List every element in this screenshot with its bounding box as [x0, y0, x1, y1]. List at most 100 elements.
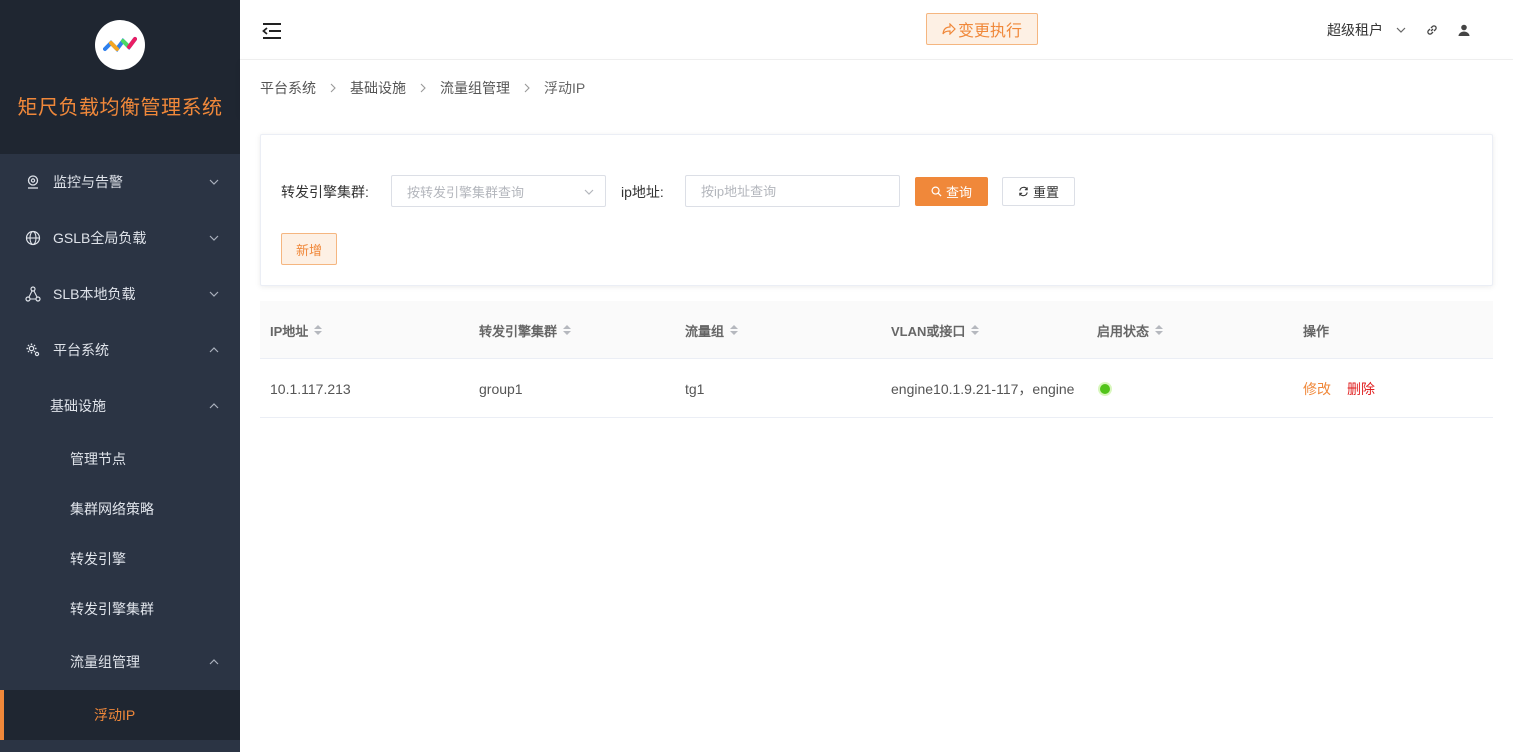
- query-button[interactable]: 查询: [915, 177, 988, 206]
- app-title: 矩尺负载均衡管理系统: [17, 97, 223, 119]
- menu-collapse-icon[interactable]: [262, 22, 282, 40]
- change-execute-button[interactable]: 变更执行: [926, 13, 1038, 45]
- user-icon[interactable]: [1457, 23, 1471, 37]
- reset-button-label: 重置: [1032, 185, 1059, 200]
- sort-icon[interactable]: [563, 325, 572, 335]
- location-pin-icon: [24, 173, 42, 191]
- sidebar-item-label: GSLB全局负载: [53, 230, 147, 246]
- cluster-filter-placeholder: 按转发引擎集群查询: [407, 184, 525, 200]
- sidebar-item-slb[interactable]: SLB本地负载: [0, 266, 240, 322]
- user-name-dropdown[interactable]: 超级租户: [1327, 20, 1383, 40]
- sidebar-item-gslb[interactable]: GSLB全局负载: [0, 210, 240, 266]
- sidebar-item-label: 管理节点: [70, 451, 126, 467]
- link-icon[interactable]: [1425, 23, 1439, 37]
- sidebar-item-label: 浮动IP: [94, 707, 136, 723]
- sidebar-item-floating-ip[interactable]: 浮动IP: [0, 690, 240, 740]
- column-header-vlan[interactable]: VLAN或接口: [891, 301, 980, 359]
- cell-status: [1097, 359, 1110, 418]
- cell-traffic-group: tg1: [685, 380, 705, 397]
- chevron-down-icon: [209, 179, 219, 185]
- sidebar-item-engine-cluster[interactable]: 转发引擎集群: [0, 584, 240, 634]
- cluster-filter-label: 转发引擎集群:: [281, 184, 369, 200]
- chevron-up-icon: [209, 659, 219, 665]
- sidebar: 矩尺负载均衡管理系统 监控与告警 GSLB全局负载 SLB本地负载 平台系统 基…: [0, 0, 240, 752]
- sidebar-item-label: 流量组管理: [70, 654, 140, 670]
- ip-filter-label: ip地址:: [621, 184, 664, 200]
- chevron-up-icon: [209, 347, 219, 353]
- search-panel: 转发引擎集群: 按转发引擎集群查询 ip地址: 查询 重置 新增: [260, 134, 1493, 286]
- cluster-filter-select[interactable]: 按转发引擎集群查询: [391, 175, 606, 207]
- sidebar-item-infrastructure[interactable]: 基础设施: [0, 378, 240, 434]
- sidebar-item-platform[interactable]: 平台系统: [0, 322, 240, 378]
- status-enabled-dot: [1100, 383, 1110, 394]
- chevron-right-icon: [328, 83, 338, 93]
- cell-actions: 修改 删除: [1303, 359, 1375, 418]
- sidebar-item-label: 转发引擎: [70, 551, 126, 567]
- column-header-label: IP地址: [270, 323, 309, 339]
- column-header-cluster[interactable]: 转发引擎集群: [479, 301, 572, 359]
- cell-ip: 10.1.117.213: [270, 380, 351, 397]
- sidebar-item-monitoring[interactable]: 监控与告警: [0, 154, 240, 210]
- nodes-icon: [24, 285, 42, 303]
- sidebar-item-label: 转发引擎集群: [70, 601, 154, 617]
- sort-icon[interactable]: [314, 325, 323, 335]
- column-header-label: 转发引擎集群: [479, 323, 558, 339]
- gear-icon: [24, 341, 42, 359]
- user-area: 超级租户: [1327, 20, 1471, 40]
- sidebar-item-label: 平台系统: [53, 342, 109, 358]
- share-arrow-icon: [942, 23, 956, 35]
- chevron-down-icon: [209, 235, 219, 241]
- reset-button[interactable]: 重置: [1002, 177, 1075, 206]
- edit-link[interactable]: 修改: [1303, 379, 1331, 399]
- sort-icon[interactable]: [971, 325, 980, 335]
- column-header-label: VLAN或接口: [891, 323, 966, 339]
- sort-icon[interactable]: [1155, 325, 1164, 335]
- column-header-label: 流量组: [685, 323, 725, 339]
- top-header: 变更执行 超级租户: [240, 0, 1513, 60]
- search-icon: [931, 186, 942, 197]
- cell-vlan: engine10.1.9.21-117，engine: [891, 359, 1081, 418]
- brand: 矩尺负载均衡管理系统: [0, 0, 240, 154]
- sidebar-item-label: SLB本地负载: [53, 286, 136, 302]
- breadcrumb-item-platform[interactable]: 平台系统: [260, 78, 316, 98]
- app-logo: [95, 20, 145, 70]
- chevron-right-icon: [522, 83, 532, 93]
- column-header-ip[interactable]: IP地址: [270, 301, 323, 359]
- sidebar-menu: 监控与告警 GSLB全局负载 SLB本地负载 平台系统 基础设施 管理节点 集群…: [0, 154, 240, 740]
- cell-cluster: group1: [479, 380, 523, 397]
- main-content: 转发引擎集群: 按转发引擎集群查询 ip地址: 查询 重置 新增 IP地址: [240, 115, 1513, 752]
- sidebar-item-management-node[interactable]: 管理节点: [0, 434, 240, 484]
- sidebar-item-traffic-group[interactable]: 流量组管理: [0, 634, 240, 690]
- globe-icon: [24, 229, 42, 247]
- refresh-icon: [1018, 186, 1029, 197]
- ip-filter-input[interactable]: [685, 175, 900, 207]
- breadcrumb-item-floating-ip: 浮动IP: [544, 79, 586, 96]
- cell-vlan-text: engine10.1.9.21-117，engine: [891, 380, 1075, 397]
- column-header-label: 启用状态: [1097, 323, 1150, 339]
- column-header-actions: 操作: [1303, 301, 1329, 359]
- sidebar-item-label: 集群网络策略: [70, 501, 154, 517]
- change-execute-label: 变更执行: [957, 23, 1022, 40]
- table-row: 10.1.117.213 group1 tg1 engine10.1.9.21-…: [260, 359, 1493, 418]
- chevron-up-icon: [209, 403, 219, 409]
- floating-ip-table: IP地址 转发引擎集群 流量组 VLAN或接口 启用状态 操作 10.1.117…: [260, 301, 1493, 418]
- sidebar-item-forwarding-engine[interactable]: 转发引擎: [0, 534, 240, 584]
- table-header: IP地址 转发引擎集群 流量组 VLAN或接口 启用状态 操作: [260, 301, 1493, 359]
- sidebar-item-label: 监控与告警: [53, 174, 123, 190]
- sidebar-item-label: 基础设施: [50, 398, 106, 414]
- column-header-label: 操作: [1303, 323, 1330, 339]
- chevron-down-icon[interactable]: [1395, 24, 1407, 36]
- chevron-right-icon: [418, 83, 428, 93]
- sort-icon[interactable]: [730, 325, 739, 335]
- breadcrumb-item-traffic-group[interactable]: 流量组管理: [440, 78, 510, 98]
- breadcrumb: 平台系统 基础设施 流量组管理 浮动IP: [240, 60, 1513, 115]
- breadcrumb-item-infrastructure[interactable]: 基础设施: [350, 78, 406, 98]
- sidebar-item-cluster-network-policy[interactable]: 集群网络策略: [0, 484, 240, 534]
- query-button-label: 查询: [945, 185, 972, 200]
- delete-link[interactable]: 删除: [1347, 379, 1375, 399]
- column-header-status[interactable]: 启用状态: [1097, 301, 1164, 359]
- chevron-down-icon: [584, 189, 594, 195]
- chevron-down-icon: [209, 291, 219, 297]
- add-button[interactable]: 新增: [281, 233, 337, 265]
- column-header-traffic-group[interactable]: 流量组: [685, 301, 739, 359]
